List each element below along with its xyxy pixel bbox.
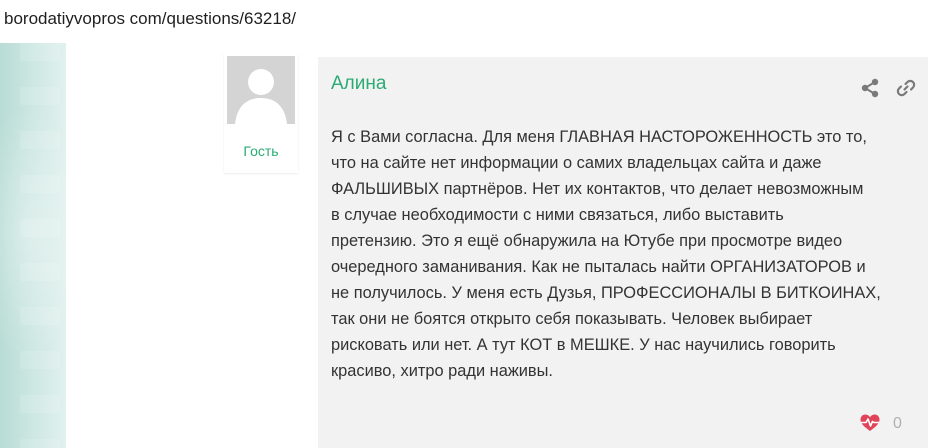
comment-line: не получилось. У меня есть Дузья, ПРОФЕС… [331, 284, 881, 302]
user-silhouette-icon[interactable] [227, 56, 295, 124]
author-name[interactable]: Гость [224, 143, 298, 159]
link-icon[interactable] [896, 78, 916, 98]
comment-line: красиво, хитро ради наживы. [331, 362, 553, 380]
address-bar[interactable]: borodatiyvopros com/questions/63218/ [0, 0, 928, 43]
share-icon[interactable] [860, 78, 880, 98]
like-count: 0 [893, 415, 902, 432]
comment-line: претензию. Это я ещё обнаружила на Ютубе… [331, 232, 843, 250]
page-background [0, 43, 66, 448]
comment-line: очередного заманивания. Как не пыталась … [331, 258, 866, 276]
comment-line: Я с Вами согласна. Для меня ГЛАВНАЯ НАСТ… [331, 128, 867, 146]
author-card: Гость [224, 53, 298, 173]
comment-text: Я с Вами согласна. Для меня ГЛАВНАЯ НАСТ… [331, 124, 921, 384]
comment-card: Алина Я с Вами согласна. Для меня ГЛАВНА… [318, 57, 928, 448]
comment-line: в случае необходимости с ними связаться,… [331, 206, 784, 224]
comment-author[interactable]: Алина [331, 73, 386, 95]
comment-line: что на сайте нет информации о самих влад… [331, 154, 822, 172]
comment-line: ФАЛЬШИВЫХ партнёров. Нет их контактов, ч… [331, 180, 864, 198]
address-bar-url[interactable]: borodatiyvopros com/questions/63218/ [4, 9, 296, 29]
comment-line: так они не боятся открыто себя показыват… [331, 310, 813, 328]
comment-line: рисковать или нет. А тут КОТ в МЕШКЕ. У … [331, 336, 836, 354]
heart-pulse-icon[interactable] [859, 413, 881, 433]
